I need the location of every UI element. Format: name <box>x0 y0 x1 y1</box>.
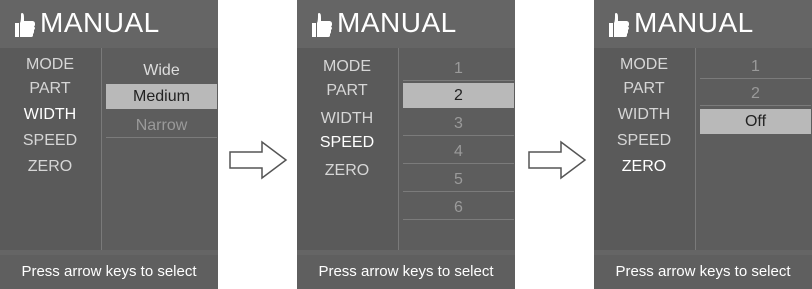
manual-screen-zero: MANUAL MODE PART WIDTH SPEED ZERO 1 2 Of… <box>594 0 812 289</box>
menu-panel: MODE PART WIDTH SPEED ZERO <box>297 48 398 250</box>
screen-title: MANUAL <box>337 7 457 38</box>
option-zero-1[interactable]: 1 <box>700 54 811 79</box>
menu-item-speed[interactable]: SPEED <box>297 134 397 152</box>
menu-item-mode[interactable]: MODE <box>0 56 100 74</box>
menu-item-mode[interactable]: MODE <box>297 58 397 76</box>
menu-item-part[interactable]: PART <box>594 80 694 98</box>
option-off-selected[interactable]: Off <box>700 109 811 134</box>
right-arrow-icon <box>528 140 587 180</box>
options-panel: 1 2 Off <box>695 48 812 250</box>
option-speed-4[interactable]: 4 <box>403 139 514 164</box>
title-bar: MANUAL <box>594 0 812 46</box>
menu-item-width[interactable]: WIDTH <box>297 110 397 128</box>
menu-item-zero[interactable]: ZERO <box>0 158 100 176</box>
menu-item-speed[interactable]: SPEED <box>594 132 694 150</box>
thumbs-up-icon <box>609 13 629 37</box>
thumbs-up-icon <box>312 13 332 37</box>
menu-item-width[interactable]: WIDTH <box>594 106 694 124</box>
manual-screen-width: MANUAL MODE PART WIDTH SPEED ZERO Wide M… <box>0 0 218 289</box>
footer-hint: Press arrow keys to select <box>297 255 515 289</box>
title-bar: MANUAL <box>297 0 515 46</box>
option-speed-3[interactable]: 3 <box>403 111 514 136</box>
manual-screen-speed: MANUAL MODE PART WIDTH SPEED ZERO 1 2 3 … <box>297 0 515 289</box>
title-bar: MANUAL <box>0 0 218 46</box>
options-panel: 1 2 3 4 5 6 <box>398 48 515 250</box>
option-speed-5[interactable]: 5 <box>403 167 514 192</box>
options-panel: Wide Medium Narrow <box>101 48 218 250</box>
screen-title: MANUAL <box>634 7 754 38</box>
menu-item-width[interactable]: WIDTH <box>0 106 100 124</box>
option-narrow[interactable]: Narrow <box>106 113 217 138</box>
footer-hint: Press arrow keys to select <box>0 255 218 289</box>
menu-item-part[interactable]: PART <box>0 80 100 98</box>
right-arrow-icon <box>229 140 288 180</box>
menu-item-speed[interactable]: SPEED <box>0 132 100 150</box>
menu-item-mode[interactable]: MODE <box>594 56 694 74</box>
menu-item-zero[interactable]: ZERO <box>297 162 397 180</box>
menu-item-zero[interactable]: ZERO <box>594 158 694 176</box>
screen-title: MANUAL <box>40 7 160 38</box>
option-zero-2[interactable]: 2 <box>700 81 811 106</box>
footer-hint: Press arrow keys to select <box>594 255 812 289</box>
option-speed-2-selected[interactable]: 2 <box>403 83 514 108</box>
menu-panel: MODE PART WIDTH SPEED ZERO <box>0 48 101 250</box>
menu-panel: MODE PART WIDTH SPEED ZERO <box>594 48 695 250</box>
option-medium-selected[interactable]: Medium <box>106 84 217 109</box>
thumbs-up-icon <box>15 13 35 37</box>
option-wide[interactable]: Wide <box>106 58 217 83</box>
option-speed-6[interactable]: 6 <box>403 195 514 220</box>
menu-item-part[interactable]: PART <box>297 82 397 100</box>
option-speed-1[interactable]: 1 <box>403 56 514 81</box>
